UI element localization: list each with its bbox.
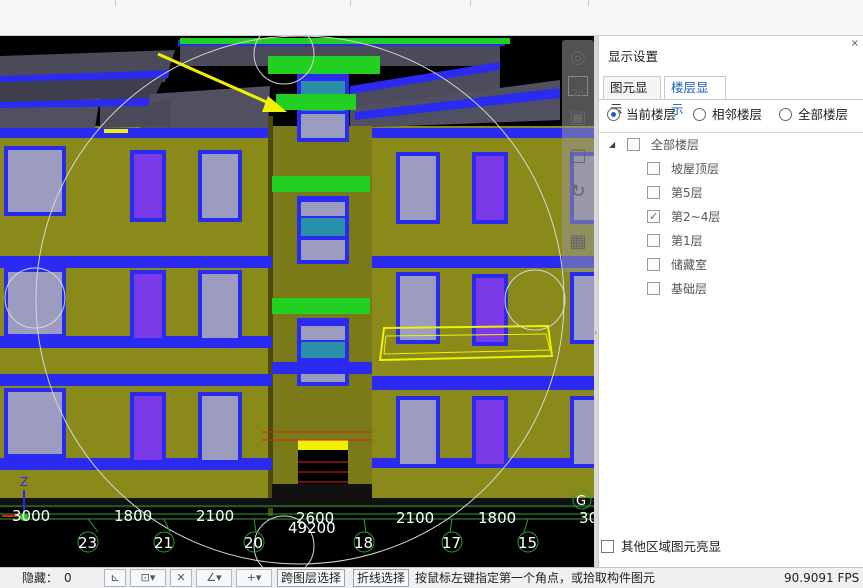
tree-item-floor[interactable]: 基础层 [647, 279, 707, 299]
cross-icon[interactable]: ✕ [170, 569, 192, 587]
checkbox[interactable] [647, 162, 660, 175]
total-dimension-label: 49200 [288, 519, 336, 537]
axis-z-label: Z [20, 475, 28, 489]
checkbox[interactable] [647, 234, 660, 247]
cube-view-icon[interactable]: ▣ [566, 106, 590, 130]
offset-dropdown-icon[interactable]: +▾ [236, 569, 272, 587]
status-bar: 隐藏： 0 ⊾ ⊡▾ ✕ ∠▾ +▾ 跨图层选择 折线选择 按鼠标左键指定第一个… [0, 567, 863, 587]
axis-number: 20 [244, 534, 263, 552]
radio-current-floor[interactable]: 当前楼层 [607, 106, 676, 126]
tree-item-floor[interactable]: 储藏室 [647, 255, 707, 275]
highlight-other-areas-option[interactable]: 其他区域图元亮显 [599, 536, 863, 558]
tree-label: 第1层 [671, 234, 703, 248]
radio-all-floors[interactable]: 全部楼层 [779, 106, 848, 126]
tab-divider [599, 99, 863, 100]
building-3d-view[interactable]: Z G 3000 1800 2100 2600 2100 1800 30 492… [0, 36, 596, 567]
radio-label: 当前楼层 [626, 107, 677, 122]
rotate-icon[interactable]: ↻ [566, 180, 590, 204]
snap-dropdown-icon[interactable]: ⊡▾ [130, 569, 166, 587]
toolbar-separator [470, 0, 471, 6]
radio-dot[interactable] [779, 108, 792, 121]
display-settings-panel: × 显示设置 图元显示 楼层显示 当前楼层 相邻楼层 全部楼层 ◢全部楼层 坡屋… [598, 36, 863, 567]
command-hint: 按鼠标左键指定第一个角点，或拾取构件图元 [415, 571, 656, 585]
layer-view-icon[interactable]: 20 [568, 76, 588, 99]
floor-scope-radios: 当前楼层 相邻楼层 全部楼层 [607, 106, 862, 126]
option-label: 其他区域图元亮显 [621, 539, 722, 554]
tree-label: 全部楼层 [651, 138, 700, 152]
radio-dot[interactable] [607, 108, 620, 121]
checkbox[interactable] [647, 186, 660, 199]
tree-item-floor[interactable]: 第2~4层 [647, 207, 720, 227]
view-navigation-bar: ◎ 20 ▣ □ ↻ ▦ [562, 40, 594, 272]
box-view-icon[interactable]: □ [566, 144, 590, 168]
panel-title: 显示设置 [608, 49, 659, 64]
collapse-arrow-icon[interactable]: › [594, 328, 597, 337]
axis-number: 15 [518, 534, 537, 552]
dimension-label: 2100 [196, 507, 234, 525]
tree-label: 基础层 [671, 282, 708, 296]
axis-number: 17 [442, 534, 461, 552]
tree-label: 第5层 [671, 186, 703, 200]
axis-number: 23 [78, 534, 97, 552]
tab-floor-display[interactable]: 楼层显示 [664, 76, 726, 117]
toolbar-separator [588, 0, 589, 6]
cross-layer-select-button[interactable]: 跨图层选择 [277, 569, 346, 587]
radio-adjacent-floor[interactable]: 相邻楼层 [693, 106, 762, 126]
checkbox[interactable] [627, 138, 640, 151]
radio-divider [599, 132, 863, 133]
tree-label: 储藏室 [671, 258, 708, 272]
expand-triangle-icon[interactable]: ◢ [609, 135, 615, 155]
polyline-select-button[interactable]: 折线选择 [353, 569, 410, 587]
dimension-label: 1800 [478, 509, 516, 527]
radio-label: 相邻楼层 [712, 107, 763, 122]
grid-view-icon[interactable]: ▦ [566, 230, 590, 254]
3d-viewport[interactable]: Z G 3000 1800 2100 2600 2100 1800 30 492… [0, 36, 596, 567]
radio-label: 全部楼层 [798, 107, 849, 122]
dimension-label: 3000 [12, 507, 50, 525]
angle-dropdown-icon[interactable]: ∠▾ [196, 569, 232, 587]
radio-dot[interactable] [693, 108, 706, 121]
tree-label: 第2~4层 [671, 210, 721, 224]
axis-number: 21 [154, 534, 173, 552]
orbit-globe-icon[interactable]: ◎ [566, 46, 590, 70]
fps-readout: 90.9091 FPS [784, 571, 860, 585]
ortho-icon[interactable]: ⊾ [104, 569, 126, 587]
hidden-count-label: 隐藏： [22, 571, 59, 585]
hidden-count-value: 0 [64, 571, 72, 585]
checkbox[interactable] [601, 540, 614, 553]
toolbar-separator [115, 0, 116, 6]
tab-element-display[interactable]: 图元显示 [603, 76, 661, 117]
axis-number: 18 [354, 534, 373, 552]
axis-g-label: G [576, 494, 586, 509]
checkbox[interactable] [647, 282, 660, 295]
tree-item-floor[interactable]: 第5层 [647, 183, 703, 203]
tree-label: 坡屋顶层 [671, 162, 720, 176]
tree-item-floor[interactable]: 第1层 [647, 231, 703, 251]
tree-root-all-floors[interactable]: ◢ 全部楼层 [609, 135, 700, 155]
tree-item-floor[interactable]: 坡屋顶层 [647, 159, 719, 179]
dimension-label: 2100 [396, 509, 434, 527]
checkbox[interactable] [647, 258, 660, 271]
top-toolbar-strip [0, 0, 863, 36]
dimension-label: 1800 [114, 507, 152, 525]
checkbox-checked[interactable] [647, 207, 660, 227]
toolbar-separator [350, 0, 351, 6]
